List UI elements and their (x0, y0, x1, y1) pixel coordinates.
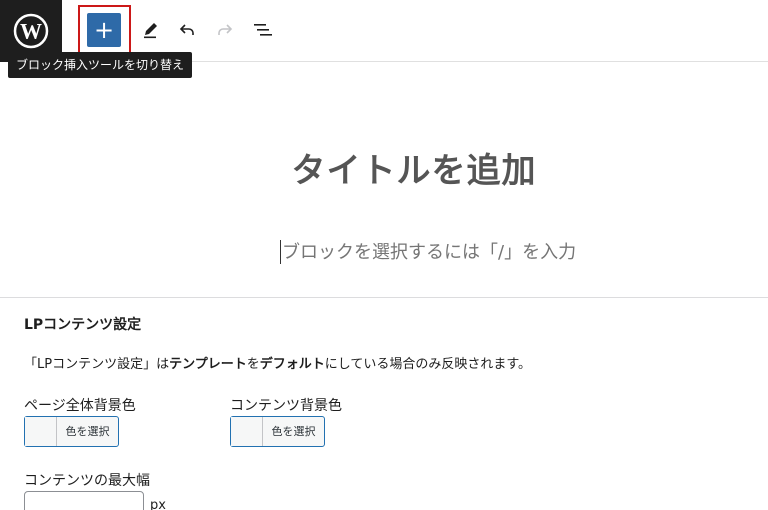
settings-notice: 「LPコンテンツ設定」はテンプレートをデフォルトにしている場合のみ反映されます。 (24, 353, 531, 372)
notice-text: を (246, 357, 260, 372)
notice-text: にしている場合のみ反映されます。 (324, 357, 532, 372)
wordpress-icon: W (13, 13, 49, 49)
notice-text: 「LPコンテンツ設定」は (24, 357, 170, 372)
block-appender[interactable]: ブロックを選択するには「/」を入力 (282, 238, 576, 264)
text-caret (280, 240, 281, 264)
color-swatch (231, 417, 263, 446)
notice-template-text: テンプレート (169, 357, 247, 372)
inserter-tooltip: ブロック挿入ツールを切り替え (8, 52, 193, 78)
max-width-input[interactable] (24, 491, 144, 510)
content-bg-color-button[interactable]: 色を選択 (230, 416, 325, 447)
undo-icon (179, 24, 194, 35)
select-color-label: 色を選択 (271, 425, 316, 438)
panel-title: LPコンテンツ設定 (24, 317, 142, 333)
select-color-label: 色を選択 (65, 425, 110, 438)
content-bg-color-label: コンテンツ背景色 (230, 398, 342, 414)
svg-text:W: W (20, 19, 42, 44)
block-inserter-button[interactable]: + (87, 13, 121, 47)
color-swatch (25, 417, 57, 446)
list-view-icon (254, 24, 272, 36)
max-width-unit: px (150, 498, 166, 510)
list-view-button[interactable] (249, 16, 277, 44)
notice-default-text: デフォルト (259, 357, 325, 372)
redo-button[interactable] (211, 16, 239, 44)
max-width-label: コンテンツの最大幅 (24, 473, 150, 489)
tools-button[interactable] (136, 16, 164, 44)
pencil-icon (144, 23, 157, 39)
page-bg-color-button[interactable]: 色を選択 (24, 416, 119, 447)
undo-button[interactable] (173, 16, 201, 44)
redo-icon (218, 24, 233, 35)
lp-content-settings-panel: LPコンテンツ設定 「LPコンテンツ設定」はテンプレートをデフォルトにしている場… (0, 297, 768, 510)
post-title-input[interactable]: タイトルを追加 (0, 143, 768, 192)
plus-icon: + (93, 16, 115, 44)
page-bg-color-label: ページ全体背景色 (24, 398, 136, 414)
